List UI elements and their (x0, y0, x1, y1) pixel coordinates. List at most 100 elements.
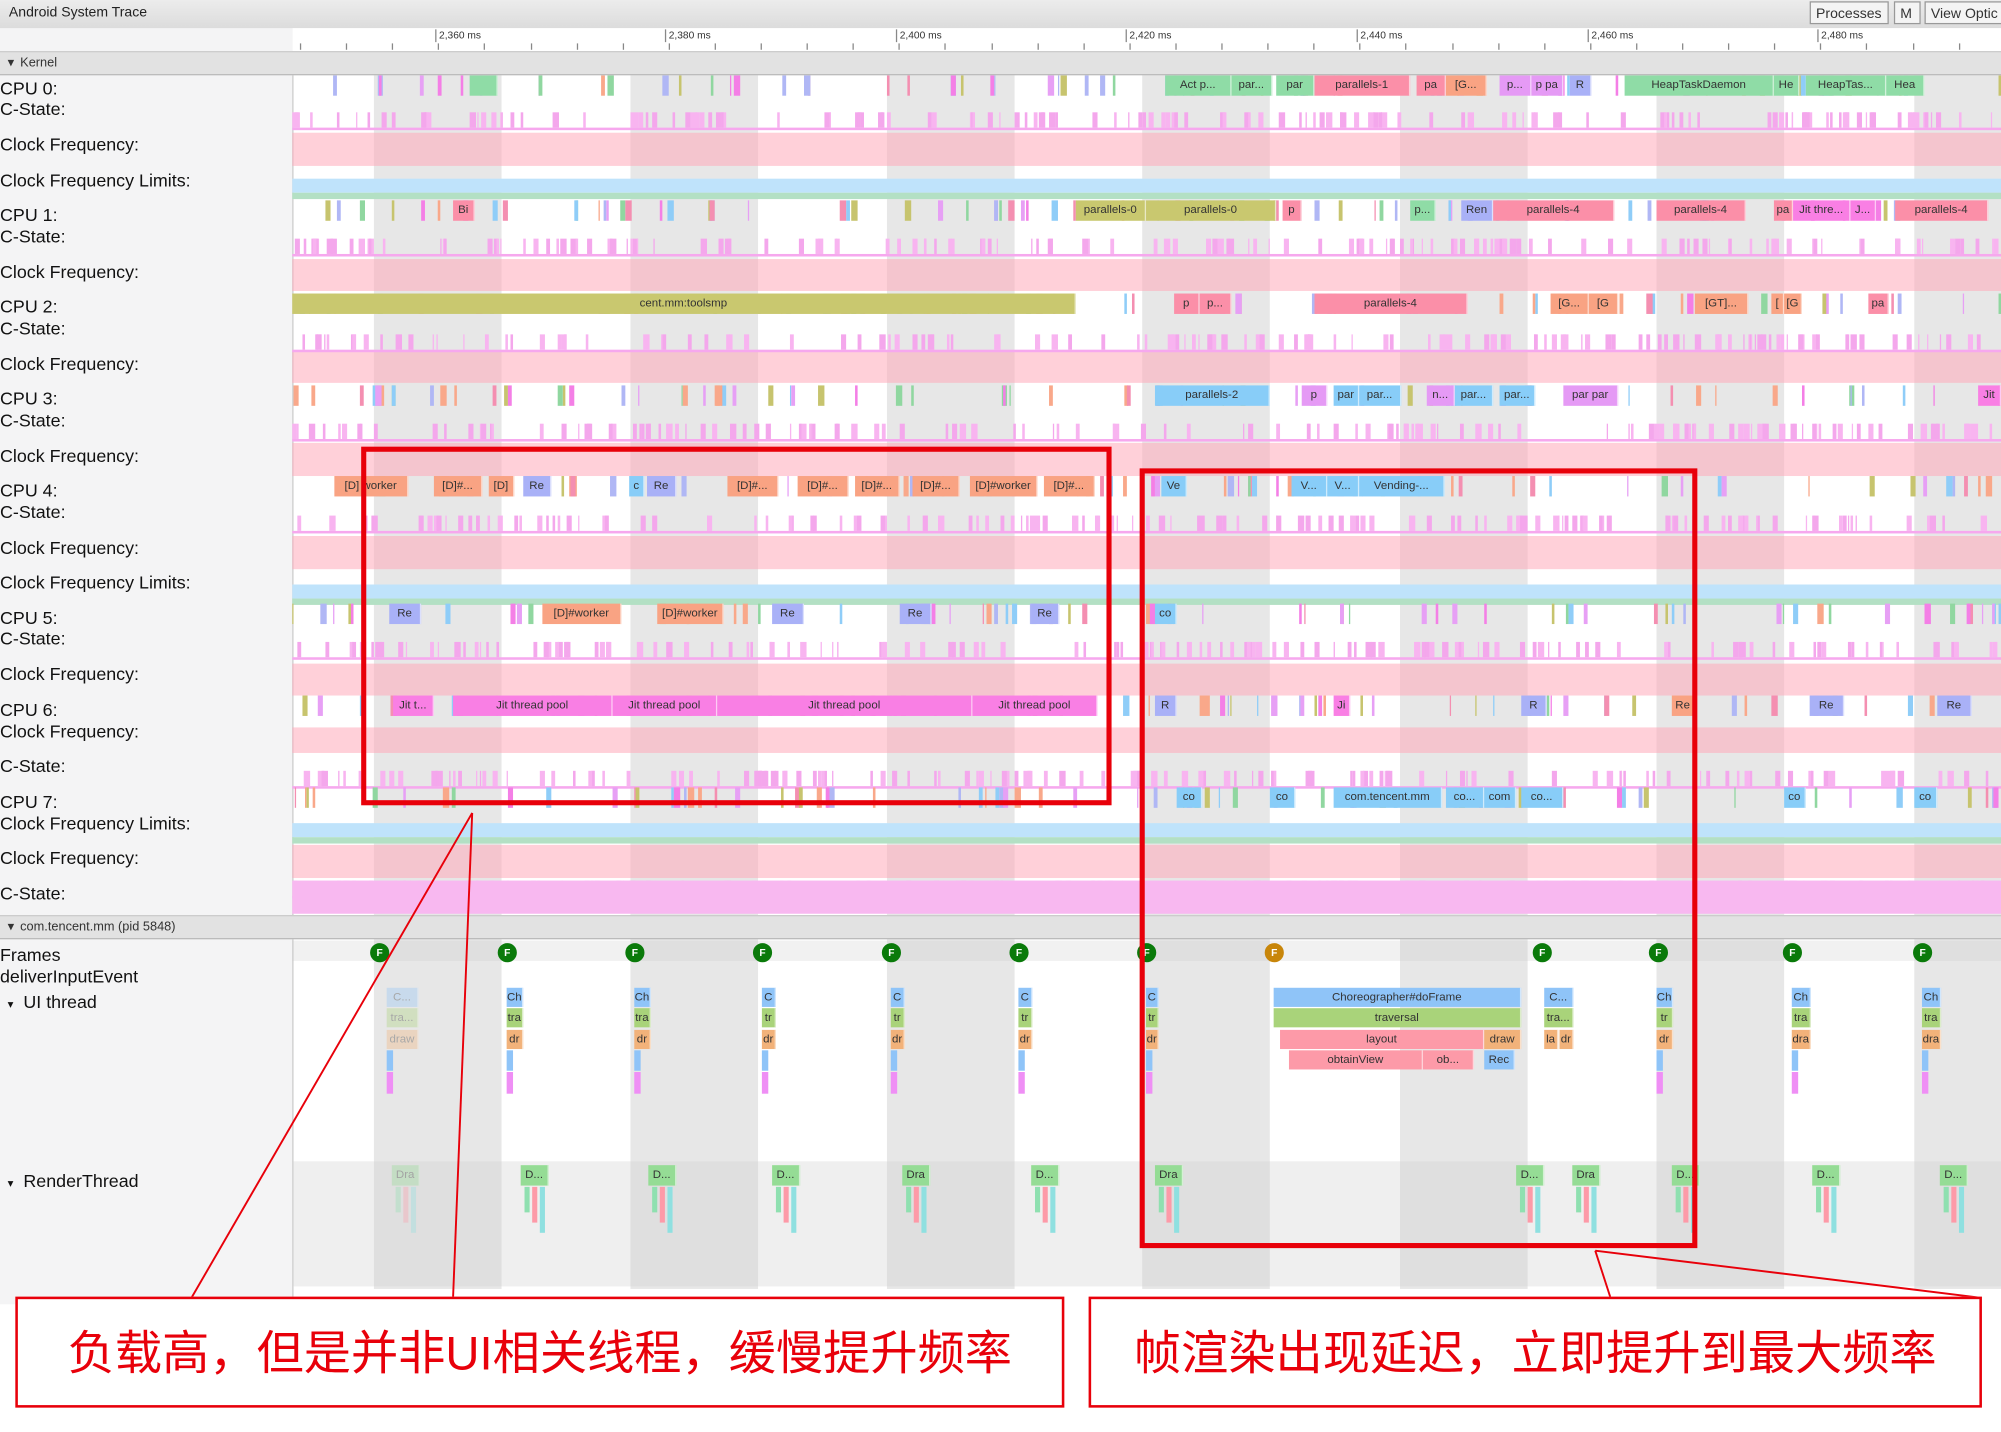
thread-slice[interactable] (611, 787, 618, 808)
thread-slice[interactable] (1031, 238, 1033, 254)
thread-slice[interactable] (687, 334, 692, 350)
thread-slice[interactable] (1206, 641, 1211, 658)
cpu1-slice[interactable]: pa (1773, 200, 1794, 221)
thread-slice[interactable] (1359, 238, 1365, 254)
thread-slice[interactable] (1772, 112, 1778, 128)
thread-slice[interactable] (1910, 476, 1916, 497)
thread-slice[interactable] (1326, 112, 1333, 128)
thread-slice[interactable] (1124, 293, 1128, 314)
thread-slice[interactable] (479, 770, 482, 787)
thread-slice[interactable] (454, 385, 457, 406)
thread-slice[interactable] (1068, 603, 1071, 625)
thread-slice[interactable] (625, 200, 632, 221)
thread-slice[interactable] (1202, 603, 1204, 625)
thread-slice[interactable] (1307, 423, 1310, 440)
thread-slice[interactable] (491, 112, 497, 128)
cpu0-slice[interactable]: par... (1231, 75, 1273, 96)
thread-slice[interactable] (1703, 515, 1709, 531)
thread-slice[interactable] (1154, 476, 1160, 497)
thread-slice[interactable] (1360, 695, 1364, 716)
thread-slice[interactable] (1694, 334, 1701, 350)
thread-slice[interactable] (1165, 112, 1170, 128)
thread-slice[interactable] (1386, 770, 1393, 787)
thread-slice[interactable] (1657, 334, 1662, 350)
render-thread-slice[interactable]: Dra (1154, 1165, 1184, 1186)
thread-slice[interactable] (1705, 770, 1708, 787)
thread-slice[interactable] (711, 641, 714, 658)
thread-slice[interactable] (743, 603, 748, 625)
thread-slice[interactable] (1272, 641, 1277, 658)
thread-slice[interactable] (1673, 334, 1680, 350)
thread-slice[interactable] (1568, 603, 1574, 625)
thread-slice[interactable] (1846, 334, 1850, 350)
thread-slice[interactable] (1049, 112, 1056, 128)
thread-slice[interactable] (1014, 770, 1019, 787)
thread-slice[interactable] (1786, 334, 1789, 350)
thread-slice[interactable] (1298, 515, 1305, 531)
thread-slice[interactable] (671, 787, 674, 808)
thread-slice[interactable] (1722, 515, 1727, 531)
thread-slice[interactable] (646, 423, 651, 440)
thread-slice[interactable] (1079, 770, 1084, 787)
render-thread-subslice[interactable] (1527, 1186, 1533, 1223)
thread-slice[interactable] (1022, 423, 1025, 440)
thread-slice[interactable] (1419, 770, 1425, 787)
thread-slice[interactable] (887, 334, 891, 350)
thread-slice[interactable] (1173, 238, 1178, 254)
thread-slice[interactable] (500, 112, 503, 128)
render-thread-subslice[interactable] (1958, 1186, 1965, 1233)
thread-slice[interactable] (1218, 787, 1221, 808)
render-thread-slice[interactable]: D... (1516, 1165, 1545, 1186)
thread-slice[interactable] (1986, 770, 1988, 787)
thread-slice[interactable] (436, 515, 442, 531)
thread-slice[interactable] (1722, 476, 1728, 497)
thread-slice[interactable] (1076, 423, 1080, 440)
thread-slice[interactable] (1000, 641, 1006, 658)
thread-slice[interactable] (1950, 603, 1956, 625)
thread-slice[interactable] (1484, 334, 1490, 350)
thread-slice[interactable] (1252, 476, 1257, 497)
thread-slice[interactable] (1848, 787, 1852, 808)
thread-slice[interactable] (1707, 770, 1710, 787)
thread-slice[interactable] (1580, 334, 1583, 350)
thread-slice[interactable] (1192, 334, 1197, 350)
thread-slice[interactable] (1458, 476, 1463, 497)
thread-slice[interactable] (1489, 238, 1493, 254)
thread-slice[interactable] (1565, 603, 1569, 625)
thread-slice[interactable] (1059, 770, 1066, 787)
thread-slice[interactable] (841, 334, 847, 350)
ui-thread-slice[interactable] (1656, 1050, 1663, 1071)
thread-slice[interactable] (1484, 603, 1487, 625)
thread-slice[interactable] (707, 112, 712, 128)
thread-slice[interactable] (482, 770, 487, 787)
thread-slice[interactable] (1305, 515, 1311, 531)
thread-slice[interactable] (1643, 787, 1649, 808)
thread-slice[interactable] (1471, 770, 1478, 787)
thread-slice[interactable] (1408, 385, 1414, 406)
thread-slice[interactable] (1851, 423, 1854, 440)
thread-slice[interactable] (375, 385, 382, 406)
thread-slice[interactable] (1602, 515, 1604, 531)
thread-slice[interactable] (1244, 334, 1247, 350)
thread-slice[interactable] (1227, 476, 1234, 497)
thread-slice[interactable] (1300, 695, 1305, 716)
thread-slice[interactable] (1431, 423, 1437, 440)
ui-thread-label[interactable]: ▾ UI thread (8, 992, 97, 1015)
thread-slice[interactable] (608, 423, 613, 440)
thread-slice[interactable] (1604, 695, 1610, 716)
thread-slice[interactable] (362, 770, 365, 787)
cpu2-slice[interactable]: [G (1784, 293, 1802, 314)
thread-slice[interactable] (487, 238, 493, 254)
thread-slice[interactable] (564, 641, 570, 658)
thread-slice[interactable] (294, 787, 296, 808)
thread-slice[interactable] (560, 238, 567, 254)
thread-slice[interactable] (938, 770, 941, 787)
thread-slice[interactable] (1333, 423, 1340, 440)
thread-slice[interactable] (403, 787, 407, 808)
thread-slice[interactable] (1435, 603, 1439, 625)
thread-slice[interactable] (921, 334, 926, 350)
thread-slice[interactable] (1378, 770, 1384, 787)
thread-slice[interactable] (1323, 695, 1326, 716)
thread-slice[interactable] (1153, 787, 1157, 808)
thread-slice[interactable] (1592, 770, 1598, 787)
